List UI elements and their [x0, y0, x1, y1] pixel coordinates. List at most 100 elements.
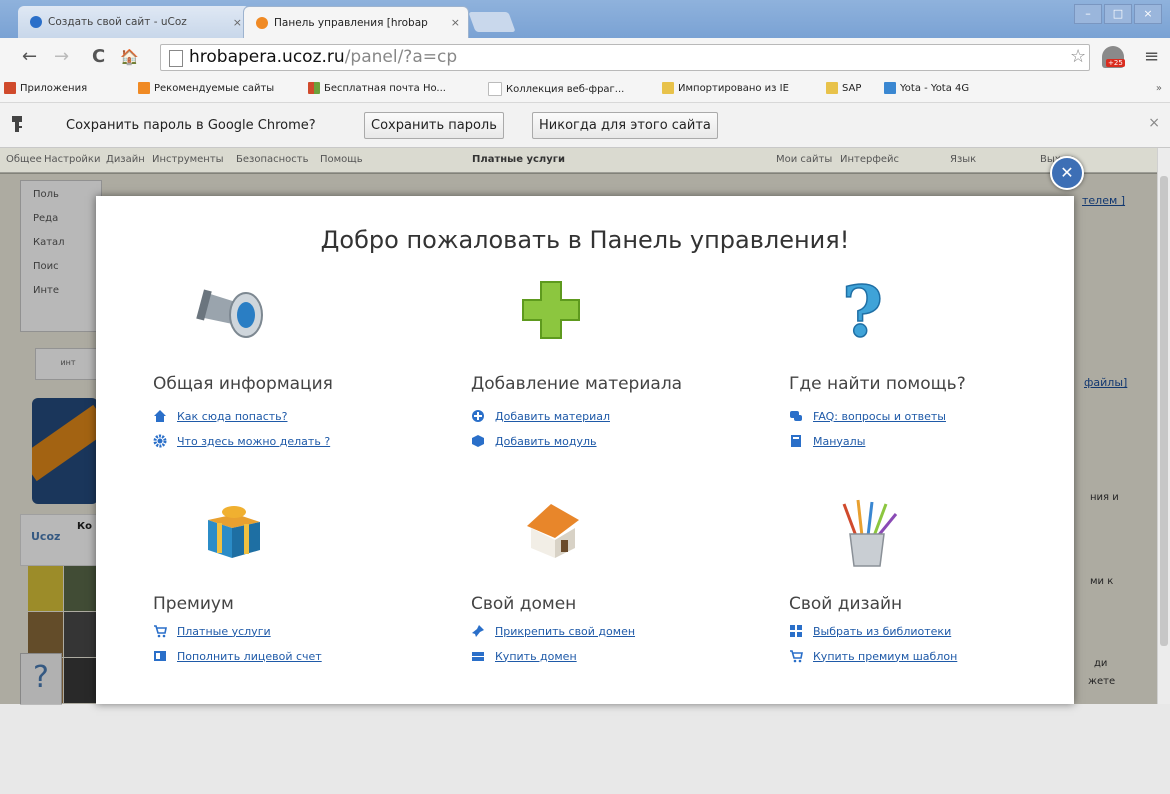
cube-icon: [472, 435, 484, 447]
bookmark-label: Импортировано из IE: [678, 82, 789, 94]
menu-item-paid[interactable]: Платные услуги: [472, 154, 565, 165]
section-heading: Где найти помощь?: [789, 374, 966, 394]
page-scrollbar[interactable]: [1157, 148, 1170, 704]
server-icon: [472, 652, 484, 661]
folder-icon: [826, 82, 838, 94]
never-save-button[interactable]: Никогда для этого сайта: [532, 112, 718, 139]
link-add-material[interactable]: Добавить материал: [471, 409, 610, 423]
page-icon: [169, 50, 183, 67]
cart-icon: [790, 650, 803, 663]
link-top-up-account[interactable]: Пополнить лицевой счет: [153, 649, 322, 663]
modal-close-button[interactable]: ✕: [1050, 156, 1084, 190]
menu-item-security[interactable]: Безопасность: [236, 154, 309, 165]
add-circle-icon: [472, 410, 484, 422]
close-window-button[interactable]: ×: [1134, 4, 1162, 24]
link-text[interactable]: Добавить модуль: [495, 435, 597, 448]
link-buy-domain[interactable]: Купить домен: [471, 649, 577, 663]
navigation-bar: ← → C 🏠 hrobapera.ucoz.ru/panel/?a=cp ☆ …: [0, 38, 1170, 78]
link-faq[interactable]: FAQ: вопросы и ответы: [789, 409, 946, 423]
wallet-icon: [154, 651, 166, 661]
menu-my-sites[interactable]: Мои сайты: [776, 154, 832, 165]
section-general-info: Общая информация Как сюда попасть? Что з…: [153, 374, 453, 574]
link-choose-from-library[interactable]: Выбрать из библиотеки: [789, 624, 951, 638]
reload-button[interactable]: C: [92, 46, 105, 68]
link-text[interactable]: Прикрепить свой домен: [495, 625, 635, 638]
link-add-module[interactable]: Добавить модуль: [471, 434, 597, 448]
section-own-design: Свой дизайн Выбрать из библиотеки Купить…: [789, 594, 1089, 794]
link-text[interactable]: Добавить материал: [495, 410, 610, 423]
folder-icon: [662, 82, 674, 94]
bookmark-label: Коллекция веб-фраг...: [506, 83, 625, 95]
menu-interface[interactable]: Интерфейс: [840, 154, 899, 165]
link-paid-services[interactable]: Платные услуги: [153, 624, 271, 638]
plus-icon: [522, 281, 580, 339]
book-icon: [791, 435, 801, 447]
tab-close-icon[interactable]: ×: [233, 16, 242, 29]
minimize-button[interactable]: –: [1074, 4, 1102, 24]
link-attach-domain[interactable]: Прикрепить свой домен: [471, 624, 635, 638]
menu-item-tools[interactable]: Инструменты: [152, 154, 224, 165]
bookmark-mail[interactable]: Бесплатная почта Ho...: [308, 82, 446, 94]
section-premium: Премиум Платные услуги Пополнить лицевой…: [153, 594, 453, 794]
maximize-button[interactable]: □: [1104, 4, 1132, 24]
megaphone-icon: [196, 289, 263, 338]
address-bar[interactable]: hrobapera.ucoz.ru/panel/?a=cp: [160, 44, 1090, 71]
menu-item-general[interactable]: Общее: [6, 154, 42, 165]
tab-title: Создать свой сайт - uCoz: [48, 16, 187, 28]
back-button[interactable]: ←: [22, 46, 37, 68]
welcome-modal: Добро пожаловать в Панель управления! Об…: [96, 196, 1074, 704]
save-password-button[interactable]: Сохранить пароль: [364, 112, 504, 139]
url-path: /panel/?a=cp: [344, 47, 458, 67]
link-text[interactable]: Выбрать из библиотеки: [813, 625, 951, 638]
link-text[interactable]: Платные услуги: [177, 625, 271, 638]
bookmark-label: SAP: [842, 82, 862, 94]
save-password-infobar: Сохранить пароль в Google Chrome? Сохран…: [0, 103, 1170, 148]
menu-item-help[interactable]: Помощь: [320, 154, 363, 165]
menu-language[interactable]: Язык: [950, 154, 976, 165]
link-text[interactable]: Что здесь можно делать ?: [177, 435, 330, 448]
link-text[interactable]: Мануалы: [813, 435, 865, 448]
new-tab-button[interactable]: [468, 12, 516, 32]
bookmarks-more-icon[interactable]: »: [1156, 83, 1162, 94]
link-text[interactable]: Купить премиум шаблон: [813, 650, 957, 663]
scrollbar-thumb[interactable]: [1160, 176, 1168, 646]
page-icon: [488, 82, 502, 96]
key-icon: [12, 116, 22, 132]
forward-button[interactable]: →: [54, 46, 69, 68]
link-how-to-get-here[interactable]: Как сюда попасть?: [153, 409, 287, 423]
link-text[interactable]: Пополнить лицевой счет: [177, 650, 322, 663]
link-manuals[interactable]: Мануалы: [789, 434, 865, 448]
menu-item-design[interactable]: Дизайн: [106, 154, 145, 165]
bookmark-label: Бесплатная почта Ho...: [324, 82, 446, 94]
bookmark-imported-ie[interactable]: Импортировано из IE: [662, 82, 789, 94]
link-what-can-do[interactable]: Что здесь можно делать ?: [153, 434, 330, 448]
bookmark-recommended[interactable]: Рекомендуемые сайты: [138, 82, 274, 94]
extension-badge: +25: [1106, 59, 1125, 67]
link-text[interactable]: FAQ: вопросы и ответы: [813, 410, 946, 423]
cart-icon: [154, 625, 167, 638]
bookmark-label: Приложения: [20, 82, 88, 94]
infobar-close-icon[interactable]: ×: [1148, 115, 1160, 131]
bookmark-apps[interactable]: Приложения: [4, 82, 87, 94]
bookmark-webslices[interactable]: Коллекция веб-фраг...: [488, 82, 624, 96]
tab-control-panel[interactable]: Панель управления [hrobap ×: [243, 6, 469, 38]
link-text[interactable]: Купить домен: [495, 650, 577, 663]
bookmark-sap[interactable]: SAP: [826, 82, 861, 94]
tab-ucoz-create[interactable]: Создать свой сайт - uCoz ×: [18, 6, 250, 38]
bookmarks-bar: Приложения Рекомендуемые сайты Бесплатна…: [0, 78, 1170, 103]
home-button[interactable]: 🏠: [120, 46, 139, 68]
svg-text:?: ?: [842, 274, 883, 346]
ucoz-favicon-icon: [30, 16, 42, 28]
menu-item-settings[interactable]: Настройки: [44, 154, 100, 165]
mail-icon: [308, 82, 320, 94]
link-buy-premium-template[interactable]: Купить премиум шаблон: [789, 649, 957, 663]
tab-close-icon[interactable]: ×: [451, 16, 460, 29]
house-icon: [527, 504, 579, 558]
bookmark-star-icon[interactable]: ☆: [1070, 46, 1086, 67]
extension-icon[interactable]: +25: [1102, 46, 1125, 68]
gear-icon: [153, 434, 167, 448]
chrome-menu-icon[interactable]: ≡: [1144, 46, 1159, 67]
bookmark-label: Рекомендуемые сайты: [154, 82, 275, 94]
link-text[interactable]: Как сюда попасть?: [177, 410, 287, 423]
bookmark-yota[interactable]: Yota - Yota 4G: [884, 82, 969, 94]
